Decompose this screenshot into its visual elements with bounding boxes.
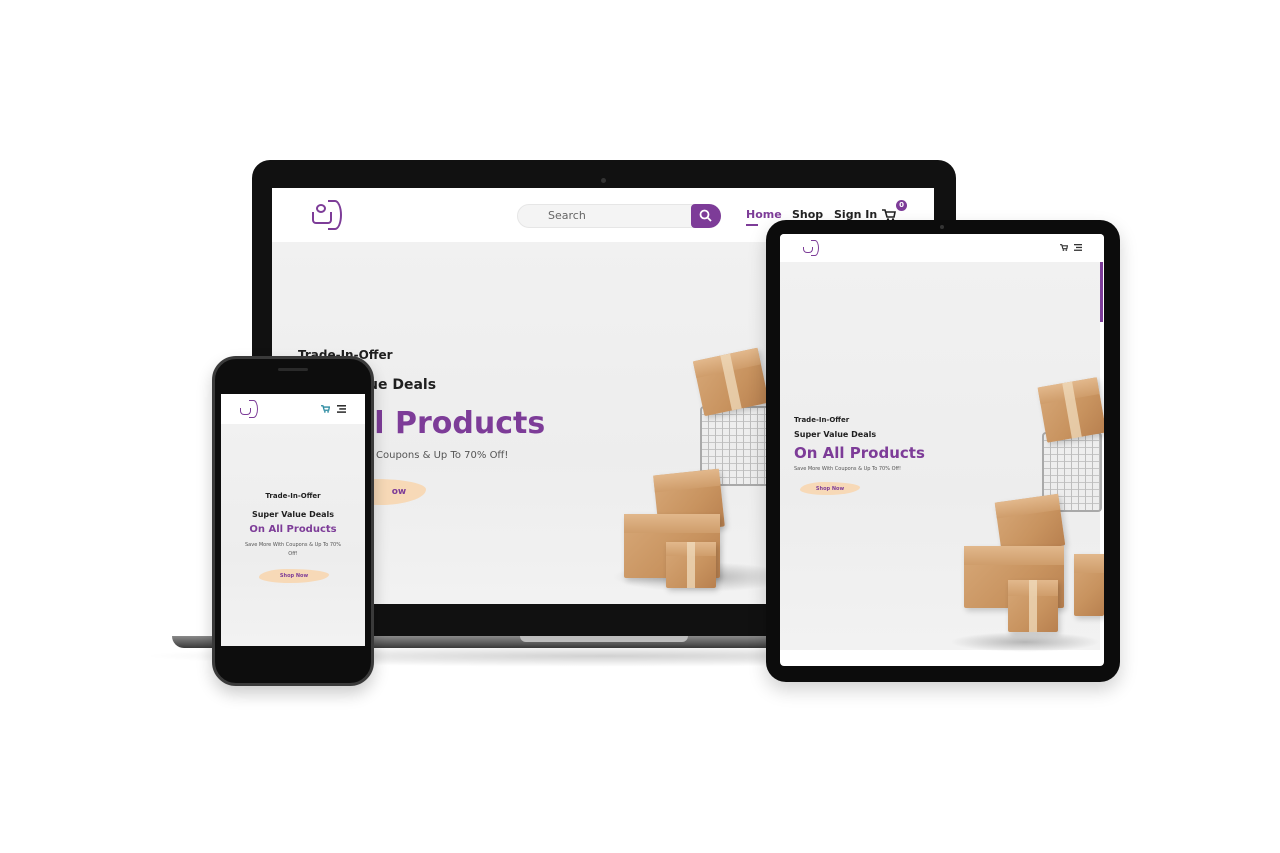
cart-icon[interactable] (1060, 244, 1068, 251)
hero-lead: ue Deals (368, 377, 437, 393)
hero-kicker: Trade-In-Offer (265, 492, 321, 500)
nav-home[interactable]: Home (746, 208, 782, 221)
hero-subtitle-line2: Off! (288, 551, 298, 557)
hero-section: Trade-In-Offer Super Value Deals On All … (221, 424, 365, 646)
search-input[interactable]: Search (548, 209, 586, 222)
phone-header (221, 394, 365, 424)
logo[interactable] (239, 399, 259, 419)
hero-headline: On All Products (249, 524, 337, 535)
shop-now-label: Shop Now (815, 485, 845, 492)
hero-subtitle: Coupons & Up To 70% Off! (376, 450, 509, 461)
phone-speaker (278, 368, 308, 371)
shop-now-button[interactable]: Shop Now (800, 482, 860, 495)
tablet-camera (940, 225, 944, 229)
hero-subtitle: Save More With Coupons & Up To 70% Off! (794, 466, 901, 472)
shop-now-label: Shop Now (279, 573, 309, 579)
hero-headline: ll Products (364, 406, 546, 441)
hero-subtitle-line1: Save More With Coupons & Up To 70% (245, 542, 341, 548)
hero-kicker: Trade-In-Offer (794, 416, 850, 424)
search-button[interactable] (691, 204, 721, 228)
phone-screen: Trade-In-Offer Super Value Deals On All … (221, 394, 365, 646)
cart-count-badge: 0 (896, 200, 907, 211)
menu-icon[interactable] (337, 405, 346, 413)
shop-now-label: ow (391, 487, 407, 497)
search-icon (699, 209, 712, 222)
logo[interactable] (310, 198, 346, 232)
search-bar: Search (517, 204, 721, 228)
hero-lead: Super Value Deals (794, 430, 877, 439)
shop-now-button[interactable]: Shop Now (259, 569, 329, 583)
cart-icon[interactable] (321, 405, 330, 413)
nav-home-underline (746, 224, 758, 226)
tablet-header (780, 234, 1104, 262)
box-illustration (1037, 377, 1104, 443)
tablet-screen: Trade-In-Offer Super Value Deals On All … (780, 234, 1104, 666)
menu-icon[interactable] (1074, 244, 1082, 251)
logo[interactable] (802, 239, 820, 257)
tablet-scrollbar[interactable] (1100, 262, 1103, 322)
laptop-base-notch (520, 636, 688, 642)
laptop-camera (601, 178, 606, 183)
hero-headline: On All Products (794, 444, 925, 462)
hero-section: Trade-In-Offer Super Value Deals On All … (780, 262, 1104, 652)
hero-lead: Super Value Deals (251, 510, 335, 519)
